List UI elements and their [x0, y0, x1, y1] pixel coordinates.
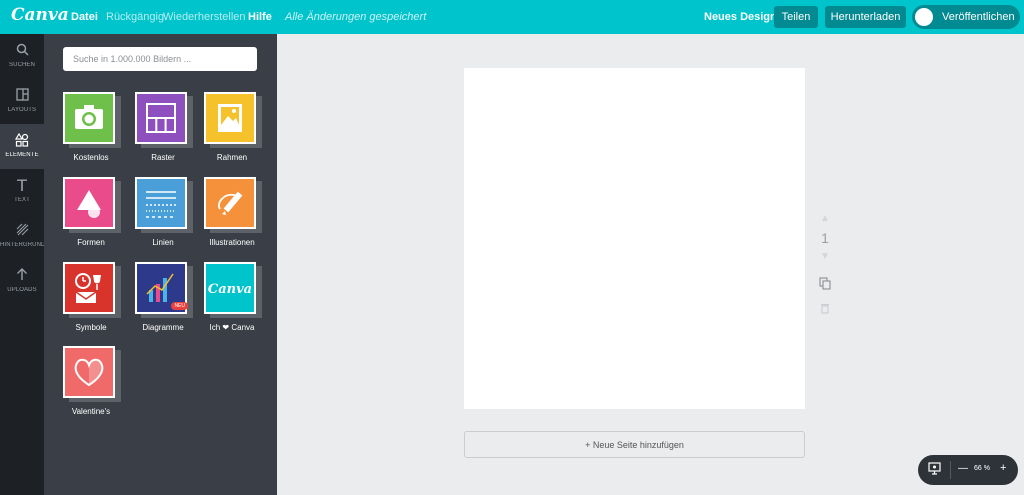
share-button[interactable]: Teilen: [774, 6, 818, 28]
search-icon: [0, 43, 44, 59]
move-page-down-icon[interactable]: ▼: [817, 251, 833, 262]
frame-icon: [218, 104, 242, 132]
delete-page-icon[interactable]: [817, 302, 833, 317]
page-number: 1: [821, 230, 829, 246]
tile-label: Ich ❤ Canva: [209, 323, 255, 332]
zoom-value: 66 %: [974, 465, 990, 472]
new-badge: NEU: [171, 302, 188, 310]
rail-label: ELEMENTE: [5, 152, 39, 158]
tile-charts[interactable]: NEU Diagramme: [135, 262, 193, 332]
grid-icon: [146, 103, 176, 133]
toggle-knob: [915, 8, 933, 26]
menu-redo[interactable]: Wiederherstellen: [163, 11, 246, 23]
download-button[interactable]: Herunterladen: [825, 6, 906, 28]
tile-label: Illustrationen: [209, 238, 255, 247]
move-page-up-icon[interactable]: ▲: [817, 213, 833, 224]
zoom-divider: [950, 461, 951, 479]
tile-label: Formen: [77, 238, 105, 247]
tile-card: [63, 346, 115, 398]
layouts-icon: [0, 88, 44, 104]
rail-item-background[interactable]: HINTERGRUND: [0, 214, 44, 259]
tile-valentines[interactable]: Valentine's: [63, 346, 121, 416]
rail-item-layouts[interactable]: LAYOUTS: [0, 79, 44, 124]
presentation-icon[interactable]: [928, 462, 941, 478]
rail-label: TEXT: [14, 197, 30, 203]
tile-label: Kostenlos: [73, 153, 109, 162]
canva-logo[interactable]: Canva: [11, 5, 69, 25]
rail-label: HINTERGRUND: [0, 242, 44, 248]
zoom-out-button[interactable]: —: [958, 463, 968, 474]
design-page[interactable]: [464, 68, 805, 409]
rail-label: UPLOADS: [7, 287, 37, 293]
top-bar: Canva Datei Rückgängig Wiederherstellen …: [0, 0, 1024, 34]
tile-label: Valentine's: [71, 407, 111, 416]
tile-label: Rahmen: [216, 153, 248, 162]
text-icon: T: [17, 176, 27, 195]
tile-card: Canva: [204, 262, 256, 314]
tile-card: [63, 262, 115, 314]
rail-label: LAYOUTS: [7, 107, 37, 113]
tile-card: [204, 92, 256, 144]
left-rail: SUCHEN LAYOUTS ELEMENTE T TEXT HINTERGRU…: [0, 34, 44, 495]
publish-toggle[interactable]: Veröffentlichen: [912, 5, 1020, 29]
tile-shapes[interactable]: Formen: [63, 177, 121, 247]
shapes-icon: [77, 190, 101, 218]
rail-item-uploads[interactable]: UPLOADS: [0, 259, 44, 304]
tile-card: NEU: [135, 262, 188, 314]
tile-label: Linien: [152, 238, 174, 247]
rail-item-elements[interactable]: ELEMENTE: [0, 124, 44, 169]
tile-card: [135, 92, 187, 144]
rail-item-text[interactable]: T TEXT: [0, 169, 44, 214]
duplicate-page-icon[interactable]: [817, 277, 833, 293]
camera-icon: [75, 105, 103, 129]
tile-love-canva[interactable]: Canva Ich ❤ Canva: [204, 262, 262, 332]
add-page-button[interactable]: + Neue Seite hinzufügen: [464, 431, 805, 458]
upload-icon: [0, 268, 44, 284]
rail-item-search[interactable]: SUCHEN: [0, 34, 44, 79]
symbols-icon: [75, 273, 101, 303]
tile-free[interactable]: Kostenlos: [63, 92, 121, 162]
menu-datei[interactable]: Datei: [71, 11, 98, 23]
save-status: Alle Änderungen gespeichert: [285, 11, 427, 23]
menu-help[interactable]: Hilfe: [248, 11, 272, 23]
tile-lines[interactable]: Linien: [135, 177, 193, 247]
shapes-icon: [0, 132, 44, 150]
rail-label: SUCHEN: [9, 62, 35, 68]
tile-grid[interactable]: Raster: [135, 92, 193, 162]
tile-card: [204, 177, 256, 229]
lines-icon: [146, 191, 176, 218]
tile-label: Diagramme: [142, 323, 184, 332]
zoom-control: — 66 % +: [918, 455, 1018, 485]
publish-label: Veröffentlichen: [942, 11, 1015, 23]
tile-card: [135, 177, 187, 229]
tile-illustrations[interactable]: Illustrationen: [204, 177, 262, 247]
tile-frames[interactable]: Rahmen: [204, 92, 262, 162]
tile-card: [63, 92, 115, 144]
design-name[interactable]: Neues Design: [704, 11, 777, 23]
canva-logo-icon: Canva: [208, 282, 252, 297]
heart-icon: [74, 358, 104, 387]
tile-label: Symbole: [75, 323, 107, 332]
zoom-in-button[interactable]: +: [1000, 462, 1006, 474]
elements-panel: Kostenlos Raster Rahmen: [44, 34, 277, 495]
menu-undo[interactable]: Rückgängig: [106, 11, 164, 23]
tile-symbols[interactable]: Symbole: [63, 262, 121, 332]
pencil-icon: [218, 191, 243, 215]
tile-label: Raster: [151, 153, 175, 162]
search-input[interactable]: [63, 47, 257, 71]
background-icon: [0, 223, 44, 239]
canva-logo-text: Canva: [208, 282, 252, 297]
tile-card: [63, 177, 115, 229]
